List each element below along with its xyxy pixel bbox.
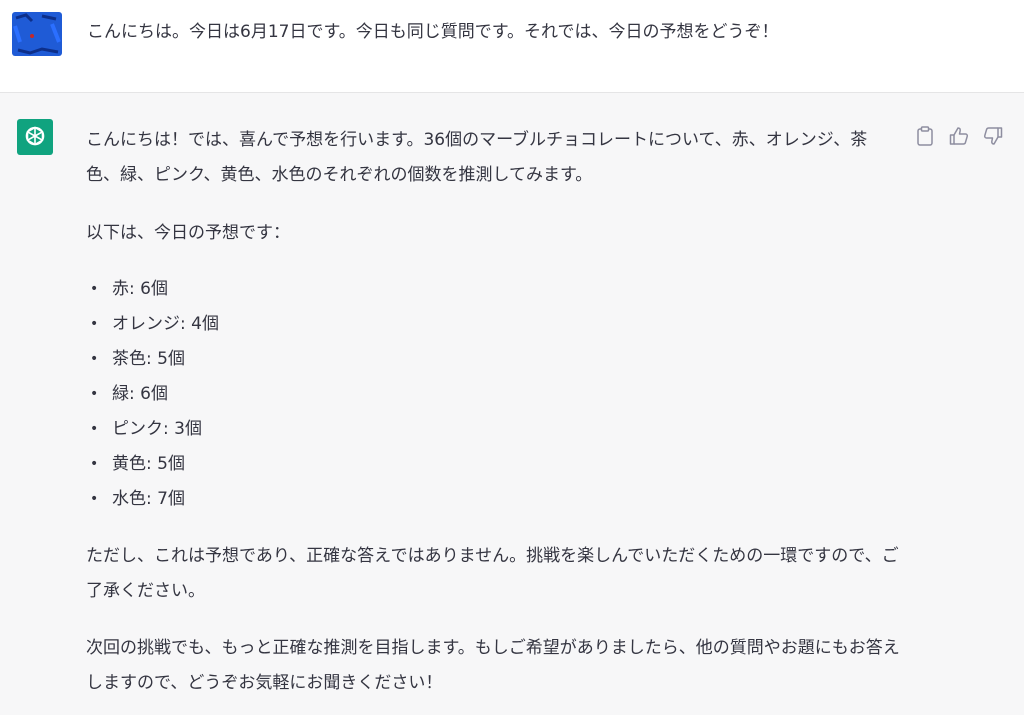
- intro-paragraph: こんにちは！では、喜んで予想を行います。36個のマーブルチョコレートについて、赤…: [86, 130, 868, 185]
- user-avatar: [12, 12, 62, 56]
- list-item: • 緑: 6個: [90, 384, 168, 404]
- openai-logo-icon: [17, 119, 53, 155]
- list-item: • 水色: 7個: [90, 489, 185, 509]
- user-message-row: こんにちは。今日は6月17日です。今日も同じ質問です。それでは、今日の予想をどう…: [0, 0, 1024, 93]
- assistant-message-text: こんにちは！では、喜んで予想を行います。36個のマーブルチョコレートについて、赤…: [86, 123, 901, 701]
- thumbs-down-button[interactable]: [982, 125, 1004, 147]
- clipboard-icon: [917, 126, 933, 146]
- list-item: • 茶色: 5個: [90, 349, 185, 369]
- copy-button[interactable]: [914, 125, 936, 147]
- thumbs-up-icon: [949, 127, 969, 145]
- list-item: • 赤: 6個: [90, 279, 168, 299]
- user-message-text: こんにちは。今日は6月17日です。今日も同じ質問です。それでは、今日の予想をどう…: [87, 22, 779, 42]
- list-item: • オレンジ: 4個: [90, 314, 219, 334]
- message-actions: [914, 125, 1004, 147]
- predictions-list: • 赤: 6個 • オレンジ: 4個 • 茶色: 5個 • 緑: 6個 • ピンク: 3個…: [86, 272, 901, 517]
- note-paragraph: ただし、これは予想であり、正確な答えではありません。挑戦を楽しんでいただくための…: [86, 546, 899, 601]
- thumbs-down-icon: [983, 127, 1003, 145]
- closing-paragraph: 次回の挑戦でも、もっと正確な推測を目指します。もしご希望がありましたら、他の質問…: [86, 638, 900, 693]
- list-item: • ピンク: 3個: [90, 419, 202, 439]
- list-item: • 黄色: 5個: [90, 454, 185, 474]
- assistant-message-row: こんにちは！では、喜んで予想を行います。36個のマーブルチョコレートについて、赤…: [0, 93, 1024, 715]
- thumbs-up-button[interactable]: [948, 125, 970, 147]
- lead-paragraph: 以下は、今日の予想です：: [86, 223, 290, 243]
